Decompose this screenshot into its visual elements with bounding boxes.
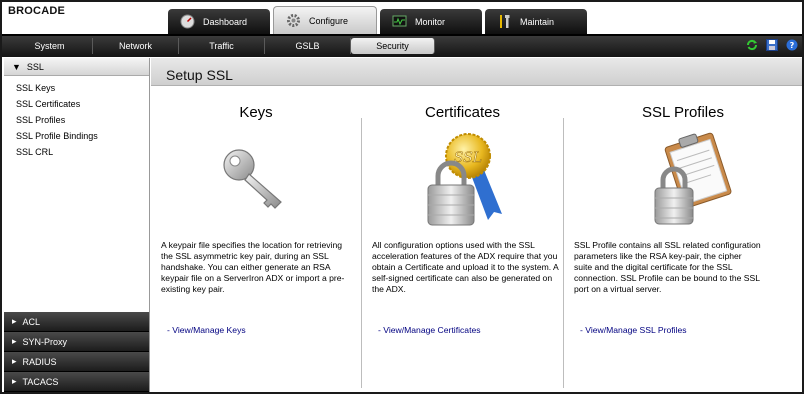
chevron-right-icon: ▸ — [12, 336, 17, 346]
sidebar-section-radius[interactable]: ▸ RADIUS — [4, 352, 149, 372]
header: BROCADE Dashboard Configure Monitor Main… — [2, 2, 802, 34]
chevron-down-icon: ▼ — [12, 61, 21, 72]
sidebar-section-label: RADIUS — [22, 356, 57, 367]
view-manage-certificates-link[interactable]: - View/Manage Certificates — [378, 325, 481, 335]
clipboard-lock-icon — [645, 130, 735, 230]
sidebar-section-tacacs[interactable]: ▸ TACACS — [4, 372, 149, 392]
sidebar: ▼ SSL SSL Keys SSL Certificates SSL Prof… — [4, 58, 150, 392]
tab-configure[interactable]: Configure — [273, 6, 377, 34]
monitor-icon — [392, 14, 407, 29]
sidebar-section-acl[interactable]: ▸ ACL — [4, 312, 149, 332]
subtab-gslb[interactable]: GSLB — [265, 38, 351, 54]
tab-dashboard[interactable]: Dashboard — [168, 9, 270, 34]
sidebar-section-ssl[interactable]: ▼ SSL — [4, 58, 149, 76]
main-tab-bar: Dashboard Configure Monitor Maintain — [168, 6, 587, 34]
sidebar-item-ssl-certificates[interactable]: SSL Certificates — [16, 96, 149, 112]
refresh-icon[interactable] — [746, 39, 758, 51]
subtab-security[interactable]: Security — [351, 38, 435, 54]
sidebar-section-label: TACACS — [22, 376, 59, 387]
tab-maintain[interactable]: Maintain — [485, 9, 587, 34]
view-manage-keys-link[interactable]: - View/Manage Keys — [167, 325, 246, 335]
chevron-right-icon: ▸ — [12, 376, 17, 386]
sidebar-item-ssl-crl[interactable]: SSL CRL — [16, 144, 149, 160]
keys-panel: Keys A keypair file specifies the locati… — [151, 104, 361, 388]
subtab-system[interactable]: System — [7, 38, 93, 54]
sidebar-section-syn-proxy[interactable]: ▸ SYN-Proxy — [4, 332, 149, 352]
subtab-network[interactable]: Network — [93, 38, 179, 54]
sidebar-section-label: SYN-Proxy — [22, 336, 68, 347]
tab-monitor[interactable]: Monitor — [380, 9, 482, 34]
save-icon[interactable] — [766, 39, 778, 51]
dashboard-icon — [180, 14, 195, 29]
chevron-right-icon: ▸ — [12, 316, 17, 326]
ssl-profiles-description: SSL Profile contains all SSL related con… — [574, 240, 761, 294]
sidebar-item-ssl-keys[interactable]: SSL Keys — [16, 80, 149, 96]
key-icon — [211, 130, 301, 230]
certificates-description: All configuration options used with the … — [372, 240, 559, 294]
ssl-profiles-panel: SSL Profiles SSL Profile contains all SS… — [563, 104, 802, 388]
app-window: BROCADE Dashboard Configure Monitor Main… — [0, 0, 804, 394]
help-icon[interactable]: ? — [786, 39, 798, 51]
keys-title: Keys — [239, 104, 273, 121]
brand-logo: BROCADE — [8, 5, 66, 17]
tab-label: Configure — [309, 15, 349, 26]
tab-label: Monitor — [415, 16, 446, 27]
sidebar-item-ssl-profiles[interactable]: SSL Profiles — [16, 112, 149, 128]
sidebar-section-label: ACL — [22, 316, 41, 327]
sub-tab-bar: System Network Traffic GSLB Security ? — [2, 34, 802, 57]
subtab-traffic[interactable]: Traffic — [179, 38, 265, 54]
chevron-right-icon: ▸ — [12, 356, 17, 366]
tools-icon — [497, 14, 512, 29]
certificates-panel: Certificates SSL All configuration optio… — [361, 104, 563, 388]
certificate-lock-icon: SSL — [418, 130, 508, 230]
sidebar-item-ssl-profile-bindings[interactable]: SSL Profile Bindings — [16, 128, 149, 144]
gear-icon — [286, 13, 301, 28]
certificates-title: Certificates — [424, 104, 501, 121]
view-manage-ssl-profiles-link[interactable]: - View/Manage SSL Profiles — [580, 325, 687, 335]
svg-text:?: ? — [790, 41, 795, 50]
keys-description: A keypair file specifies the location fo… — [161, 240, 345, 294]
tab-label: Dashboard — [203, 16, 248, 27]
main-content: Setup SSL Keys A keypair file specifies … — [151, 58, 802, 392]
tab-label: Maintain — [520, 16, 555, 27]
page-title: Setup SSL — [151, 58, 802, 86]
sidebar-section-label: SSL — [26, 61, 44, 72]
ssl-profiles-title: SSL Profiles — [642, 104, 724, 121]
